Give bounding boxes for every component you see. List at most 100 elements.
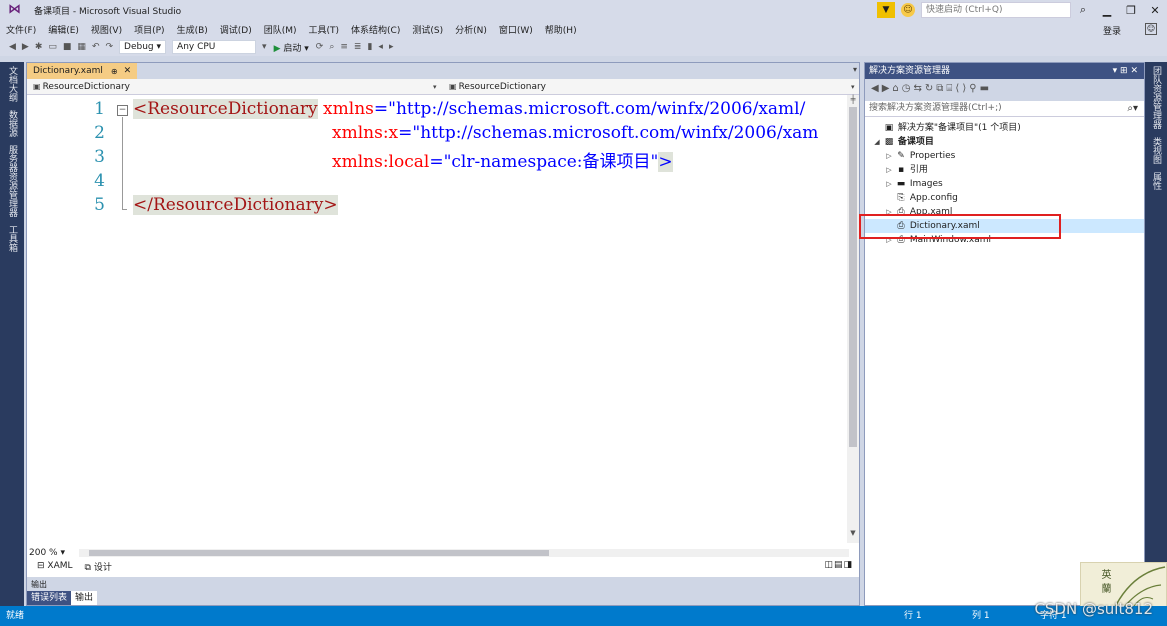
menu-debug[interactable]: 调试(D) (214, 23, 258, 36)
expand-arrow-icon[interactable]: ▷ (883, 177, 895, 191)
pin-icon[interactable]: ⊕ (111, 67, 118, 76)
menu-build[interactable]: 生成(B) (171, 23, 214, 36)
tree-item[interactable]: ▷ ▪ 引用 (865, 163, 1144, 177)
collapse-region-icon[interactable]: − (117, 105, 128, 116)
tree-item[interactable]: ◢ ▩ 备课项目 (865, 135, 1144, 149)
solution-search-input[interactable]: 搜索解决方案资源管理器(Ctrl+;) ⌕▾ (865, 101, 1144, 117)
save-icon[interactable]: ■ (60, 42, 75, 52)
bookmark-icon[interactable]: ▮ (364, 42, 375, 52)
expand-arrow-icon[interactable]: ▷ (883, 149, 895, 163)
tab-design[interactable]: ⧉ 设计 (85, 560, 112, 573)
rail-properties[interactable]: 属性 (1150, 168, 1163, 194)
view-code-icon[interactable]: ⟨⟩ (955, 83, 969, 94)
menu-tools[interactable]: 工具(T) (303, 23, 346, 36)
scroll-down-icon[interactable]: ▼ (847, 529, 859, 537)
red-highlight-box (859, 214, 1061, 239)
menu-bar: 文件(F) 编辑(E) 视图(V) 项目(P) 生成(B) 调试(D) 团队(M… (0, 20, 1167, 38)
tree-item[interactable]: ▣ 解决方案"备课项目"(1 个项目) (865, 121, 1144, 135)
home-icon[interactable]: ⌂ (892, 83, 901, 94)
attr-value: "http://schemas.microsoft.com/winfx/2006… (388, 99, 806, 119)
back-icon[interactable]: ◀ (6, 42, 19, 52)
tree-item[interactable]: ▷ ▬ Images (865, 177, 1144, 191)
search-icon[interactable]: ⌕▾ (1127, 101, 1138, 116)
feedback-smile-icon[interactable]: ☺ (901, 3, 915, 17)
comment-icon[interactable]: ≡ (337, 42, 351, 52)
refresh-icon[interactable]: ↻ (925, 83, 936, 94)
element-icon: ▣ (449, 82, 457, 91)
nav-left-dropdown-icon[interactable]: ▾ (433, 80, 437, 94)
forward-icon[interactable]: ▶ (19, 42, 32, 52)
bookmark-prev-icon[interactable]: ◂ (375, 42, 386, 52)
quick-launch-search-icon[interactable]: ⌕ (1071, 3, 1095, 17)
nav-right-dropdown-icon[interactable]: ▾ (851, 80, 855, 94)
expand-arrow-icon[interactable]: ▷ (883, 163, 895, 177)
restore-button[interactable]: ❐ (1119, 4, 1143, 17)
menu-test[interactable]: 测试(S) (406, 23, 449, 36)
vertical-scrollbar[interactable]: ╪ ▼ (847, 95, 859, 543)
close-tab-icon[interactable]: ✕ (124, 66, 132, 76)
open-file-icon[interactable]: ▭ (45, 42, 60, 52)
menu-team[interactable]: 团队(M) (258, 23, 303, 36)
horizontal-scroll-thumb[interactable] (89, 550, 549, 556)
close-window-button[interactable]: ✕ (1143, 4, 1167, 17)
tab-output[interactable]: 输出 (71, 591, 98, 605)
rail-document-outline[interactable]: 文档大纲 (6, 62, 19, 106)
solution-configuration-select[interactable]: Debug ▾ (119, 40, 167, 54)
horizontal-scrollbar[interactable] (79, 549, 849, 557)
quick-launch-input[interactable]: 快速启动 (Ctrl+Q) (921, 2, 1071, 18)
sign-in-link[interactable]: 登录 (1103, 24, 1121, 37)
history-icon[interactable]: ◷ (902, 83, 914, 94)
tab-error-list[interactable]: 错误列表 (27, 591, 72, 605)
minimize-button[interactable]: ▁ (1095, 4, 1119, 17)
menu-analyze[interactable]: 分析(N) (449, 23, 493, 36)
menu-window[interactable]: 窗口(W) (493, 23, 539, 36)
solution-platform-select[interactable]: Any CPU (172, 40, 257, 54)
rail-team-explorer[interactable]: 团队资源管理器 (1150, 62, 1163, 133)
forward-icon[interactable]: ▶ (882, 83, 893, 94)
zoom-select[interactable]: 200 % ▾ (27, 548, 71, 559)
find-icon[interactable]: ⌕ (326, 42, 337, 52)
expand-arrow-icon[interactable]: ◢ (871, 135, 883, 149)
rail-toolbox[interactable]: 工具箱 (6, 221, 19, 256)
menu-edit[interactable]: 编辑(E) (42, 23, 85, 36)
nav-left-value: ResourceDictionary (42, 82, 130, 92)
properties-wrench-icon[interactable]: ⚲ (969, 83, 979, 94)
back-icon[interactable]: ◀ (871, 83, 882, 94)
type-navigation-combo[interactable]: ▣ ResourceDictionary (29, 80, 441, 94)
rail-data-sources[interactable]: 数据源 (6, 106, 19, 141)
panel-window-controls[interactable]: ▾ ⊞ ✕ (1113, 63, 1138, 79)
menu-view[interactable]: 视图(V) (85, 23, 128, 36)
rail-class-view[interactable]: 类视图 (1150, 133, 1163, 168)
menu-help[interactable]: 帮助(H) (539, 23, 583, 36)
platform-dropdown-icon[interactable]: ▾ (259, 42, 270, 52)
sync-icon[interactable]: ⇆ (914, 83, 925, 94)
element-icon: ▣ (33, 82, 41, 91)
tab-dictionary-xaml[interactable]: Dictionary.xaml ⊕ ✕ (27, 63, 138, 79)
member-navigation-combo[interactable]: ▣ ResourceDictionary (445, 80, 855, 94)
tab-overflow-dropdown-icon[interactable]: ▾ (853, 65, 857, 74)
menu-architecture[interactable]: 体系结构(C) (345, 23, 406, 36)
save-all-icon[interactable]: ▦ (74, 42, 89, 52)
rail-server-explorer[interactable]: 服务器资源管理器 (6, 141, 19, 221)
preview-icon[interactable]: ▬ (980, 83, 992, 94)
uncomment-icon[interactable]: ≣ (351, 42, 365, 52)
account-icon[interactable]: ☺ (1145, 23, 1157, 35)
new-project-icon[interactable]: ✱ (32, 42, 46, 52)
collapse-all-icon[interactable]: ⧉ (936, 83, 946, 94)
scroll-split-icon[interactable]: ╪ (847, 95, 859, 104)
start-button[interactable]: ▶ 启动 ▾ (270, 41, 313, 54)
bookmark-next-icon[interactable]: ▸ (386, 42, 397, 52)
menu-file[interactable]: 文件(F) (0, 23, 42, 36)
tree-item[interactable]: ▷ ✎ Properties (865, 149, 1144, 163)
vertical-scroll-thumb[interactable] (849, 107, 857, 447)
tree-item[interactable]: ⎘ App.config (865, 191, 1144, 205)
tree-item-label: App.config (909, 193, 958, 203)
undo-icon[interactable]: ↶ (89, 42, 103, 52)
notification-filter-icon[interactable]: ▼ (877, 2, 895, 18)
browser-link-icon[interactable]: ⟳ (313, 42, 327, 52)
split-view-icons[interactable]: ◫▤◨ (824, 560, 853, 570)
redo-icon[interactable]: ↷ (102, 42, 116, 52)
tab-xaml[interactable]: ⊟ XAML (37, 561, 73, 571)
menu-project[interactable]: 项目(P) (128, 23, 170, 36)
code-editor[interactable]: 1 2 3 4 5 − <ResourceDictionary xmlns="h… (27, 95, 847, 543)
